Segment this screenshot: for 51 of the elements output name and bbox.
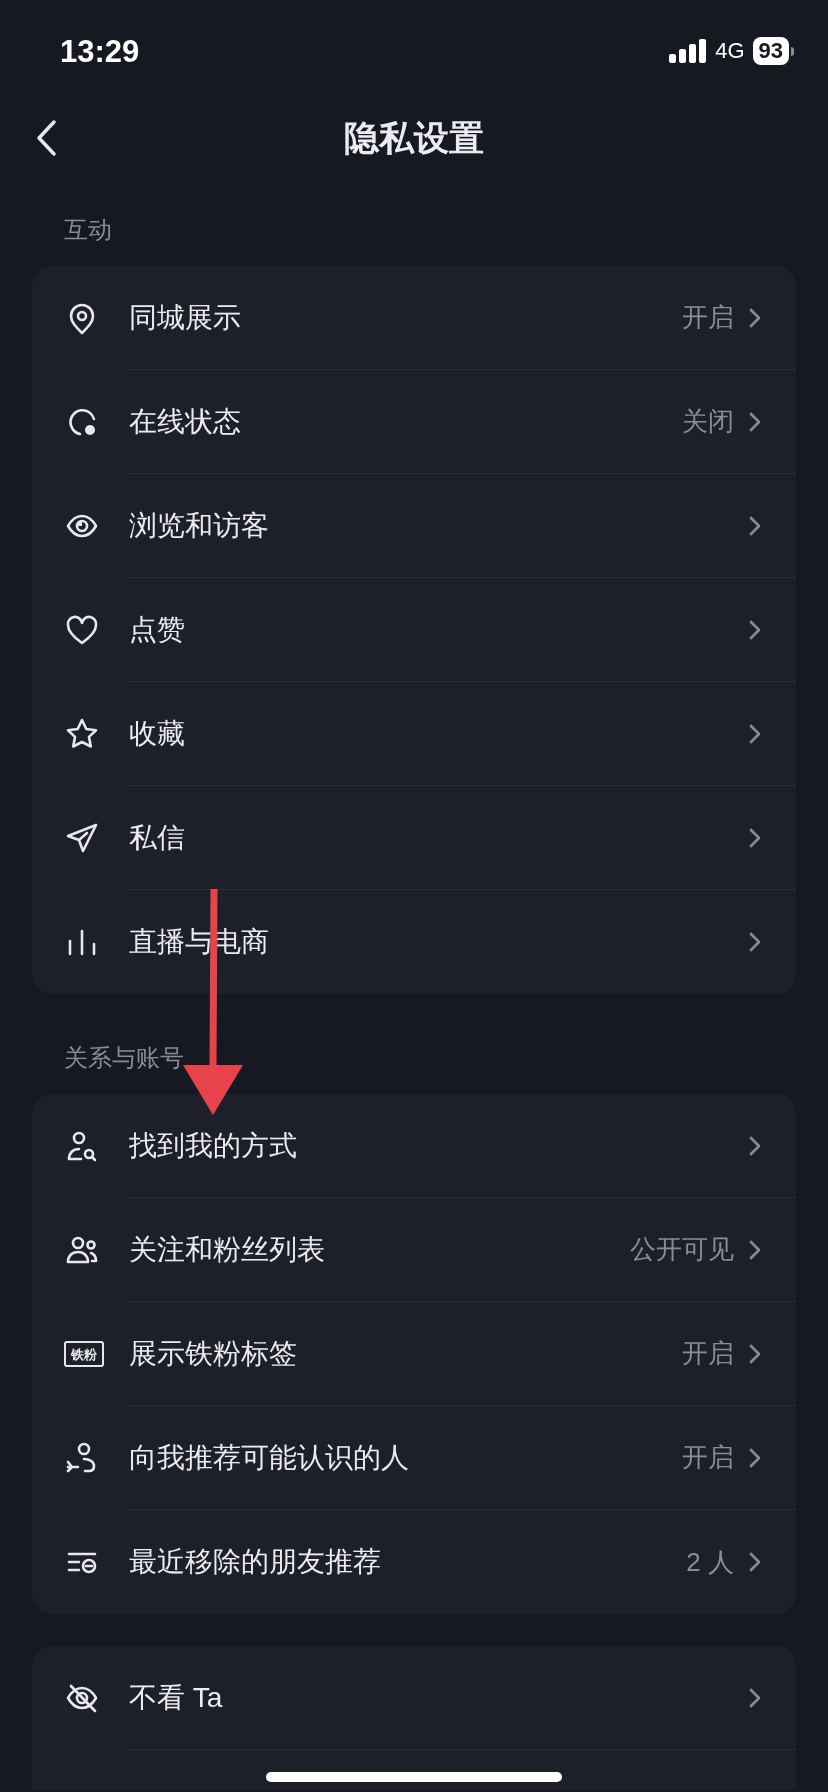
settings-row[interactable]: 点赞: [32, 578, 796, 682]
back-icon[interactable]: [34, 119, 58, 157]
battery-icon: 93: [752, 37, 789, 65]
settings-row[interactable]: 收藏: [32, 682, 796, 786]
chevron-right-icon: [748, 306, 762, 329]
settings-row[interactable]: 私信: [32, 786, 796, 890]
chevron-right-icon: [748, 1446, 762, 1469]
network-label: 4G: [715, 40, 745, 62]
row-value: 关闭: [682, 405, 734, 438]
row-value: 2 人: [686, 1545, 734, 1579]
row-label: 收藏: [129, 716, 186, 751]
section-header: 关系与账号: [64, 1043, 184, 1073]
chevron-right-icon: [748, 826, 762, 849]
row-label: 找到我的方式: [129, 1128, 298, 1163]
row-label: 关注和粉丝列表: [129, 1232, 326, 1267]
chevron-right-icon: [748, 514, 762, 537]
settings-row[interactable]: 关注和粉丝列表 公开可见: [32, 1198, 796, 1302]
section-header: 互动: [64, 215, 112, 245]
row-label: 最近移除的朋友推荐: [129, 1545, 382, 1579]
row-label: 点赞: [129, 612, 186, 647]
row-label: 私信: [129, 820, 186, 855]
chevron-right-icon: [748, 722, 762, 745]
row-value: 开启: [682, 301, 734, 334]
row-label: 展示铁粉标签: [129, 1336, 298, 1371]
signal-icon: [669, 39, 708, 63]
chevron-right-icon: [748, 410, 762, 433]
row-label: 同城展示: [129, 300, 242, 335]
row-label: 向我推荐可能认识的人: [129, 1440, 410, 1475]
settings-row[interactable]: 最近移除的朋友推荐 2 人: [32, 1510, 796, 1614]
settings-row[interactable]: 铁粉 展示铁粉标签 开启: [32, 1302, 796, 1406]
row-value: 公开可见: [630, 1233, 734, 1266]
chevron-right-icon: [748, 1342, 762, 1365]
chevron-right-icon: [748, 1686, 762, 1709]
settings-row[interactable]: 向我推荐可能认识的人 开启: [32, 1406, 796, 1510]
page-title: 隐私设置: [344, 116, 484, 159]
settings-row[interactable]: 不看 Ta: [32, 1646, 796, 1750]
row-label: 浏览和访客: [129, 508, 270, 543]
row-value: 开启: [682, 1441, 734, 1474]
status-time: 13:29: [60, 35, 140, 67]
row-label: 在线状态: [129, 404, 242, 439]
settings-row[interactable]: 浏览和访客: [32, 474, 796, 578]
chevron-right-icon: [748, 1134, 762, 1157]
row-label: 不看 Ta: [129, 1680, 224, 1715]
settings-row[interactable]: 同城展示 开启: [32, 266, 796, 370]
chevron-right-icon: [748, 1238, 762, 1261]
fan-badge-icon: 铁粉: [64, 1341, 104, 1367]
chevron-right-icon: [748, 1551, 762, 1573]
row-value: 开启: [682, 1337, 734, 1370]
chevron-right-icon: [748, 618, 762, 641]
settings-row[interactable]: 在线状态 关闭: [32, 370, 796, 474]
chevron-right-icon: [748, 931, 762, 953]
